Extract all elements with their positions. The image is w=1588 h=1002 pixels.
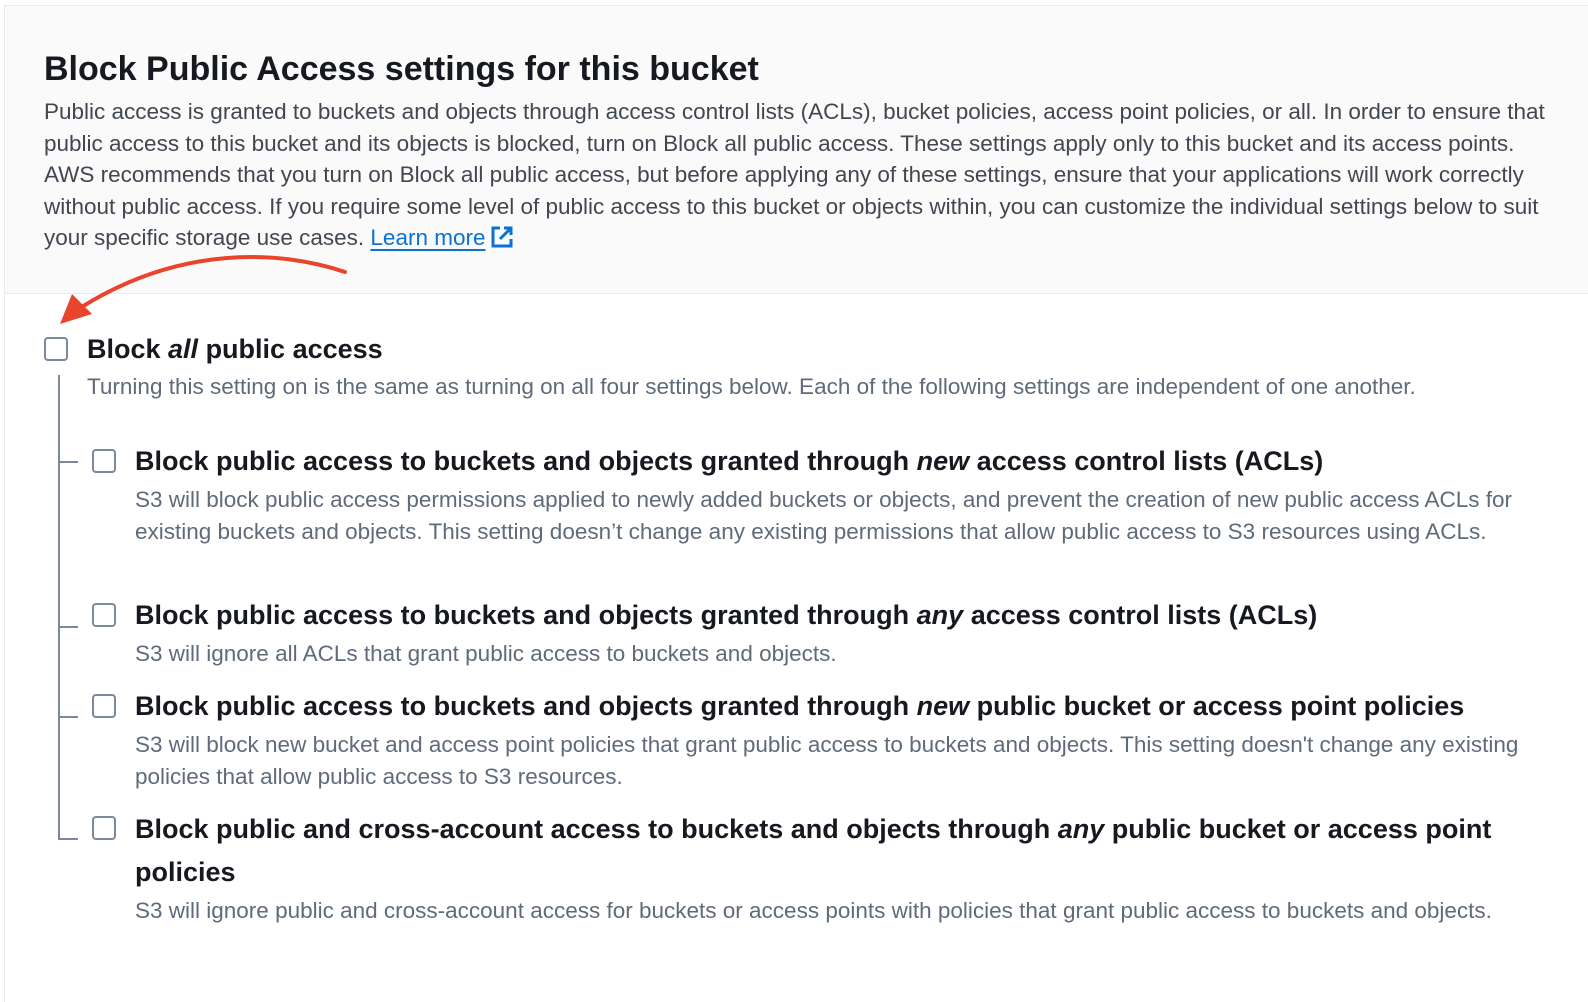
- setting-any-acls-description: S3 will ignore all ACLs that grant publi…: [135, 641, 837, 666]
- annotation-arrow-icon: [60, 255, 347, 324]
- label-text: Block: [87, 334, 169, 364]
- setting-new-policies-description: S3 will block new bucket and access poin…: [135, 732, 1519, 789]
- setting-new-policies-checkbox[interactable]: [92, 694, 116, 718]
- label-emphasis: any: [1057, 814, 1105, 844]
- setting-new-policies-label: Block public access to buckets and objec…: [135, 685, 1464, 728]
- label-emphasis: any: [916, 600, 964, 630]
- block-all-label: Block all public access: [87, 328, 383, 371]
- learn-more-label: Learn more: [370, 225, 486, 250]
- setting-any-policies-checkbox[interactable]: [92, 816, 116, 840]
- label-emphasis: all: [168, 334, 199, 364]
- block-all-description: Turning this setting on is the same as t…: [87, 374, 1416, 399]
- label-text: public access: [198, 334, 383, 364]
- header-description: Public access is granted to buckets and …: [44, 96, 1558, 254]
- tree-branch: [58, 461, 78, 463]
- setting-new-acls-description: S3 will block public access permissions …: [135, 487, 1512, 544]
- page-title: Block Public Access settings for this bu…: [44, 50, 759, 88]
- label-text: Block public access to buckets and objec…: [135, 691, 917, 721]
- block-all-checkbox[interactable]: [44, 337, 68, 361]
- label-emphasis: new: [916, 691, 970, 721]
- label-text: Block public access to buckets and objec…: [135, 446, 917, 476]
- setting-any-acls-checkbox[interactable]: [92, 603, 116, 627]
- header-description-text: Public access is granted to buckets and …: [44, 99, 1545, 250]
- setting-new-acls-label: Block public access to buckets and objec…: [135, 440, 1323, 483]
- setting-any-policies-label: Block public and cross-account access to…: [135, 808, 1535, 894]
- label-text: public bucket or access point policies: [969, 691, 1465, 721]
- learn-more-link[interactable]: Learn more: [370, 225, 485, 250]
- tree-branch: [58, 716, 78, 718]
- tree-branch: [58, 626, 78, 628]
- setting-any-policies-description: S3 will ignore public and cross-account …: [135, 898, 1492, 923]
- label-text: Block public and cross-account access to…: [135, 814, 1058, 844]
- setting-any-acls-label: Block public access to buckets and objec…: [135, 594, 1317, 637]
- tree-line: [58, 375, 60, 840]
- tree-branch: [58, 838, 78, 840]
- label-text: access control lists (ACLs): [963, 600, 1318, 630]
- external-link-icon[interactable]: [491, 226, 513, 248]
- setting-new-acls-checkbox[interactable]: [92, 449, 116, 473]
- label-emphasis: new: [916, 446, 970, 476]
- label-text: access control lists (ACLs): [969, 446, 1324, 476]
- label-text: Block public access to buckets and objec…: [135, 600, 917, 630]
